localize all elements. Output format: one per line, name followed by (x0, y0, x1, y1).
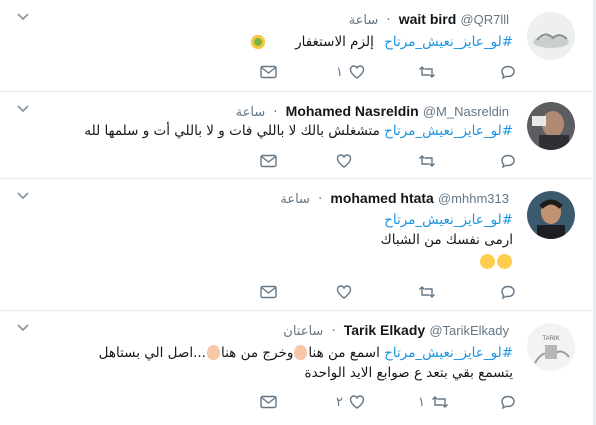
separator-dot: · (386, 13, 391, 28)
laughing-emoji-icon (497, 254, 512, 269)
hashtag-link[interactable]: #لو_عايز_نعيش_مرتاح (384, 123, 513, 139)
reply-button[interactable] (500, 63, 516, 81)
separator-dot: · (318, 192, 323, 207)
hashtag-link[interactable]: #لو_عايز_نعيش_مرتاح (384, 345, 513, 361)
reply-button[interactable] (500, 283, 516, 301)
reply-icon (501, 65, 515, 80)
tweet[interactable]: mohamed htata @mhhm313 · ساعة #لو_عايز_ن… (0, 179, 593, 311)
retweet-icon (419, 286, 435, 298)
timestamp[interactable]: ساعة (349, 13, 379, 28)
user-handle[interactable]: @TarikElkady (429, 323, 509, 338)
avatar[interactable] (527, 102, 575, 150)
retweet-button[interactable] (418, 63, 436, 81)
tweet-header: Mohamed Nasreldin @M_Nasreldin · ساعة (236, 102, 513, 122)
separator-dot: · (273, 105, 278, 120)
user-name[interactable]: Tarik Elkady (344, 322, 425, 338)
like-button[interactable] (336, 152, 352, 170)
chevron-down-icon[interactable] (16, 104, 30, 114)
tweet[interactable]: TARIK Tarik Elkady @TarikElkady · ساعتان… (0, 311, 593, 425)
tweet-text: #لو_عايز_نعيش_مرتاح إلزم الاستغفار (250, 32, 513, 52)
hashtag-link[interactable]: #لو_عايز_نعيش_مرتاح (384, 34, 513, 50)
tweet-actions: ١ ٢ (260, 393, 520, 413)
reply-icon (501, 285, 515, 300)
avatar-label: TARIK (542, 336, 559, 342)
like-count: ١ (336, 64, 343, 80)
like-button[interactable]: ٢ (336, 393, 365, 411)
direct-message-button[interactable] (260, 152, 277, 170)
reply-button[interactable] (500, 393, 516, 411)
tweet-actions (260, 283, 520, 303)
timestamp[interactable]: ساعة (280, 192, 310, 207)
reply-icon (501, 395, 515, 410)
retweet-icon (431, 396, 448, 408)
flower-emoji-icon (250, 35, 265, 49)
tweet-header: Tarik Elkady @TarikElkady · ساعتان (283, 321, 513, 341)
like-button[interactable] (336, 283, 352, 301)
ear-emoji-icon (294, 345, 308, 360)
laughing-emoji-icon (480, 254, 495, 269)
retweet-button[interactable]: ١ (418, 393, 449, 411)
tweet[interactable]: Mohamed Nasreldin @M_Nasreldin · ساعة #ل… (0, 92, 593, 179)
tweet[interactable]: wait bird @QR7lll · ساعة #لو_عايز_نعيش_م… (0, 0, 593, 92)
tweet-header: mohamed htata @mhhm313 · ساعة (280, 189, 513, 209)
tweet-text-content: إلزم الاستغفار (295, 34, 374, 50)
direct-message-button[interactable] (260, 63, 277, 81)
emoji-row (381, 252, 513, 272)
chevron-down-icon[interactable] (16, 12, 30, 22)
tweet-text-part: ...اصل الي بستاهل (98, 345, 206, 361)
avatar[interactable]: TARIK (527, 323, 575, 371)
avatar[interactable] (527, 191, 575, 239)
tweet-text-content: يتسمع بقي بتعد ع صوابع الايد الواحدة (304, 365, 513, 381)
retweet-button[interactable] (418, 283, 436, 301)
retweet-button[interactable] (418, 152, 436, 170)
user-handle[interactable]: @M_Nasreldin (423, 104, 509, 119)
separator-dot: · (331, 324, 336, 339)
avatar[interactable] (527, 12, 575, 60)
tweet-text-content: متشغلش بالك لا باللي فات و لا باللي أت و… (84, 123, 380, 139)
retweet-icon (419, 66, 435, 78)
direct-message-button[interactable] (260, 283, 277, 301)
like-count: ٢ (336, 394, 343, 410)
retweet-count: ١ (418, 394, 425, 410)
hashtag-link[interactable]: #لو_عايز_نعيش_مرتاح (384, 212, 513, 228)
chevron-down-icon[interactable] (16, 323, 30, 333)
heart-icon (336, 285, 352, 299)
like-button[interactable]: ١ (336, 63, 365, 81)
chevron-down-icon[interactable] (16, 191, 30, 201)
envelope-icon (260, 65, 277, 79)
envelope-icon (260, 285, 277, 299)
user-name[interactable]: Mohamed Nasreldin (286, 103, 419, 119)
user-handle[interactable]: @mhhm313 (438, 191, 509, 206)
envelope-icon (260, 154, 277, 168)
tweet-text: #لو_عايز_نعيش_مرتاح متشغلش بالك لا باللي… (84, 121, 513, 141)
tweet-text-part: وخرج من هنا (220, 345, 294, 361)
heart-icon (349, 395, 365, 409)
timestamp[interactable]: ساعتان (283, 324, 323, 339)
heart-icon (349, 65, 365, 79)
tweet-text: #لو_عايز_نعيش_مرتاح ارمى نفسك من الشباك (381, 210, 513, 272)
tweet-actions: ١ (260, 63, 520, 83)
tweet-text-part: اسمع من هنا (308, 345, 380, 361)
user-handle[interactable]: @QR7lll (460, 12, 509, 27)
retweet-icon (419, 155, 435, 167)
user-name[interactable]: wait bird (399, 11, 457, 27)
envelope-icon (260, 395, 277, 409)
timestamp[interactable]: ساعة (236, 105, 266, 120)
tweet-text: #لو_عايز_نعيش_مرتاح اسمع من هنا وخرج من ه… (99, 343, 513, 383)
ear-emoji-icon (206, 345, 220, 360)
heart-icon (336, 154, 352, 168)
user-name[interactable]: mohamed htata (330, 190, 433, 206)
direct-message-button[interactable] (260, 393, 277, 411)
tweet-actions (260, 152, 520, 172)
reply-icon (501, 154, 515, 169)
reply-button[interactable] (500, 152, 516, 170)
tweet-text-content: ارمى نفسك من الشباك (380, 232, 513, 248)
tweet-header: wait bird @QR7lll · ساعة (349, 10, 513, 30)
